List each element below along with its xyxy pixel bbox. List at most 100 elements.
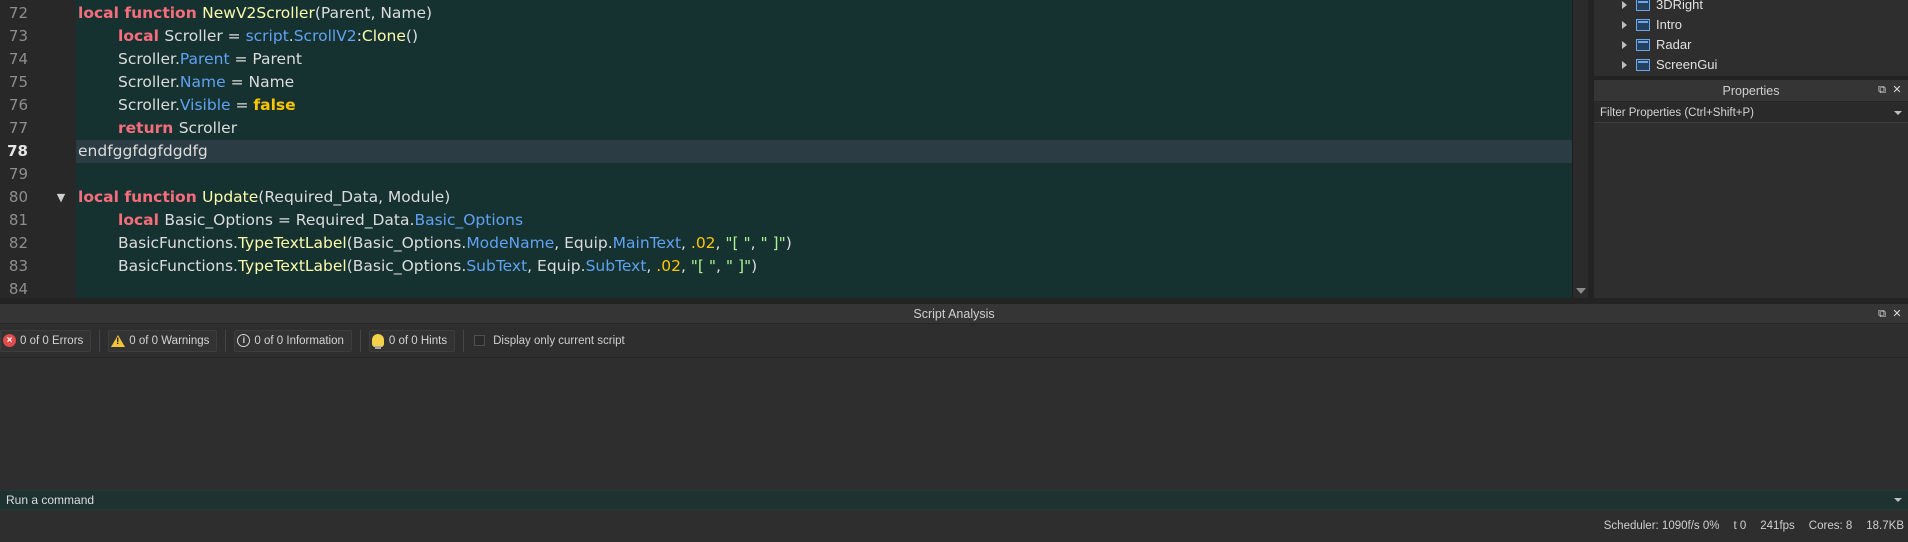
code-line[interactable]: 81 local Basic_Options = Required_Data.Ba… — [0, 209, 1572, 232]
code-token: BasicFunctions. — [118, 234, 238, 252]
expand-arrow-icon[interactable] — [1622, 1, 1627, 9]
code-token: Update — [202, 188, 259, 206]
expand-arrow-icon[interactable] — [1622, 41, 1627, 49]
code-line[interactable]: 79 — [0, 163, 1572, 186]
errors-filter-button[interactable]: × 0 of 0 Errors — [0, 329, 92, 352]
code-token: ) — [785, 234, 792, 252]
code-token: , — [680, 257, 691, 275]
editor-vertical-scrollbar[interactable] — [1572, 0, 1588, 298]
code-token: = Parent — [229, 50, 302, 68]
warnings-filter-button[interactable]: ! 0 of 0 Warnings — [108, 329, 218, 352]
properties-filter — [1594, 103, 1908, 123]
line-number: 80 — [8, 188, 28, 206]
script-analysis-toolbar: × 0 of 0 Errors ! 0 of 0 Warnings i 0 of… — [0, 324, 1908, 358]
code-token: "[ " — [725, 234, 751, 252]
code-token: Scroller — [178, 119, 238, 137]
display-only-current-script-toggle[interactable]: Display only current script — [474, 335, 625, 347]
code-token: (Parent, Name) — [314, 4, 433, 22]
lightbulb-icon — [371, 334, 384, 349]
explorer-item-radar[interactable]: Radar — [1622, 35, 1691, 55]
line-number: 78 — [7, 142, 28, 160]
line-number: 82 — [8, 234, 28, 252]
toolbar-divider — [359, 329, 361, 352]
code-token: = — [230, 96, 254, 114]
fps-stat: 241fps — [1760, 520, 1795, 532]
information-filter-button[interactable]: i 0 of 0 Information — [234, 329, 352, 352]
script-editor[interactable]: 72 local function NewV2Scroller(Parent, N… — [0, 0, 1588, 298]
script-analysis-title: Script Analysis — [913, 307, 995, 321]
errors-count: 0 of 0 Errors — [20, 334, 84, 347]
explorer-item-screengui[interactable]: ScreenGui — [1622, 55, 1717, 75]
code-token: TypeTextLabel — [237, 257, 347, 275]
toolbar-divider — [99, 329, 101, 352]
code-line[interactable]: 83 BasicFunctions.TypeTextLabel(Basic_Opt… — [0, 255, 1572, 278]
properties-panel: Properties ⧉ ✕ — [1594, 80, 1908, 298]
code-line[interactable]: 84 — [0, 278, 1572, 298]
close-icon[interactable]: ✕ — [1891, 308, 1903, 320]
screen-gui-icon — [1636, 39, 1650, 51]
right-dock: 3DRight Intro Radar ScreenGui Properties — [1588, 0, 1908, 298]
fold-arrow-icon[interactable]: ▼ — [55, 186, 67, 209]
close-icon[interactable]: ✕ — [1891, 84, 1903, 96]
undock-icon[interactable]: ⧉ — [1876, 84, 1888, 96]
explorer-item-3dright[interactable]: 3DRight — [1622, 0, 1703, 15]
status-items: Scheduler: 1090f/s 0% t 0 241fps Cores: … — [1604, 510, 1908, 542]
code-token: endfggfdgfdgdfg — [78, 142, 208, 160]
code-text: endfggfdgfdgdfg — [76, 140, 1572, 163]
time-stat: t 0 — [1733, 520, 1747, 532]
explorer-item-intro[interactable]: Intro — [1622, 15, 1682, 35]
filter-properties-input[interactable] — [1594, 103, 1890, 123]
code-token: ModeName — [466, 234, 555, 252]
code-token: local — [78, 188, 125, 206]
script-analysis-panel: Script Analysis ⧉ ✕ × 0 of 0 Errors ! 0 … — [0, 304, 1908, 490]
code-token: "[ " — [690, 257, 717, 275]
code-line[interactable]: 78 endfggfdgfdgdfg — [0, 140, 1572, 163]
run-command-input[interactable] — [0, 491, 1880, 509]
warning-icon: ! — [111, 334, 126, 347]
expand-arrow-icon[interactable] — [1622, 61, 1627, 69]
script-analysis-results — [0, 359, 1908, 490]
error-icon: × — [3, 334, 16, 347]
scroll-down-arrow-icon[interactable] — [1576, 288, 1586, 294]
code-text: Scroller.Visible = false — [76, 94, 1572, 117]
code-text: local Scroller = script.ScrollV2:Clone() — [76, 25, 1572, 48]
code-token: Name — [179, 73, 226, 91]
display-only-current-checkbox[interactable] — [474, 335, 486, 346]
line-number: 72 — [8, 4, 28, 22]
undock-icon[interactable]: ⧉ — [1876, 308, 1888, 320]
chevron-down-icon[interactable] — [1894, 111, 1902, 115]
code-token: .02 — [690, 234, 716, 252]
code-text: local function NewV2Scroller(Parent, Nam… — [76, 2, 1572, 25]
hints-filter-button[interactable]: 0 of 0 Hints — [368, 329, 456, 352]
code-token: TypeTextLabel — [237, 234, 347, 252]
code-line[interactable]: 76 Scroller.Visible = false — [0, 94, 1572, 117]
line-number: 83 — [8, 257, 28, 275]
code-token: local — [78, 4, 125, 22]
screen-gui-icon — [1636, 0, 1650, 11]
line-number: 76 — [8, 96, 28, 114]
code-token: local — [118, 211, 165, 229]
code-line[interactable]: 77 return Scroller — [0, 117, 1572, 140]
code-token: () — [405, 27, 419, 45]
code-token: = Name — [225, 73, 295, 91]
display-only-current-label: Display only current script — [493, 334, 625, 347]
line-number: 81 — [8, 211, 28, 229]
code-token: SubText — [585, 257, 647, 275]
code-token: Clone — [361, 27, 406, 45]
code-text: local function Update(Required_Data, Mod… — [76, 186, 1572, 209]
screen-gui-icon — [1636, 19, 1650, 31]
code-token: false — [253, 96, 296, 114]
code-line[interactable]: 72 local function NewV2Scroller(Parent, N… — [0, 2, 1572, 25]
code-line[interactable]: 73 local Scroller = script.ScrollV2:Clone… — [0, 25, 1572, 48]
code-token: ) — [751, 257, 758, 275]
code-line[interactable]: 74 Scroller.Parent = Parent — [0, 48, 1572, 71]
code-line[interactable]: 80 ▼ local function Update(Required_Data, … — [0, 186, 1572, 209]
code-token: , — [750, 234, 761, 252]
code-token: MainText — [612, 234, 682, 252]
chevron-down-icon[interactable] — [1894, 498, 1902, 502]
properties-title: Properties — [1722, 84, 1780, 98]
code-line[interactable]: 75 Scroller.Name = Name — [0, 71, 1572, 94]
code-line[interactable]: 82 BasicFunctions.TypeTextLabel(Basic_Opt… — [0, 232, 1572, 255]
code-token: Basic_Options — [414, 211, 524, 229]
expand-arrow-icon[interactable] — [1622, 21, 1627, 29]
